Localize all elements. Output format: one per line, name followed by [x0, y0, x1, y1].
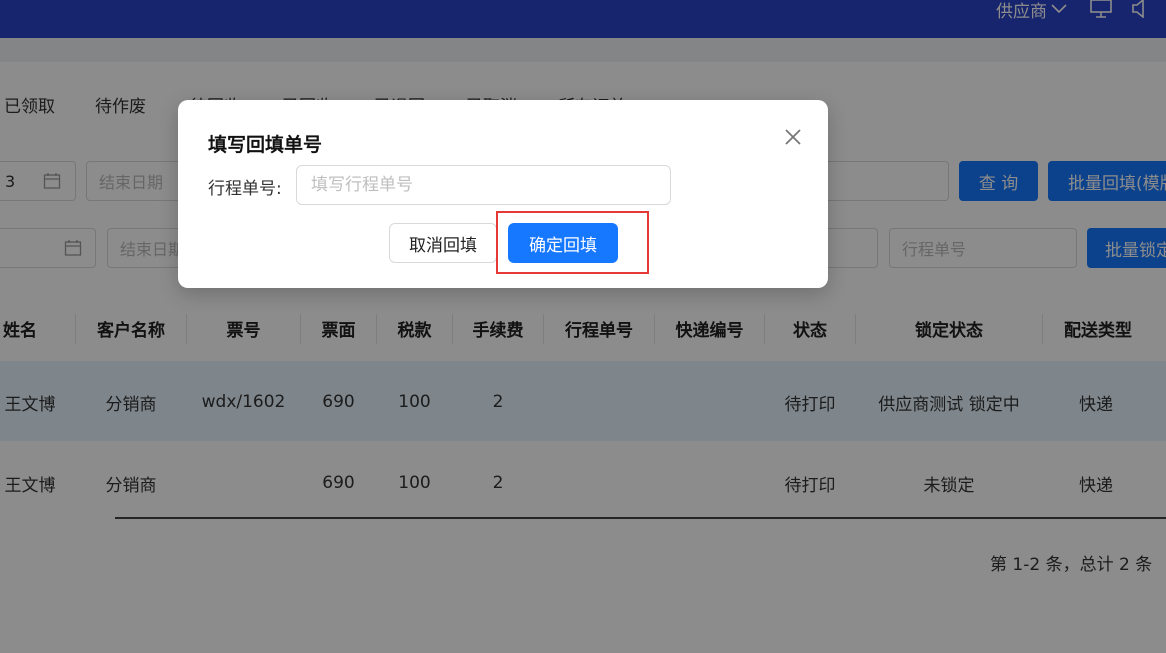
fill-trip-number-dialog: 填写回填单号 行程单号: 取消回填 确定回填 — [178, 100, 828, 288]
cancel-fill-button[interactable]: 取消回填 — [389, 223, 497, 263]
highlight-box — [496, 211, 649, 274]
close-icon[interactable] — [781, 125, 805, 149]
modal-mask[interactable] — [0, 0, 1166, 653]
dialog-title: 填写回填单号 — [208, 134, 323, 156]
trip-number-label: 行程单号: — [208, 179, 282, 199]
trip-number-input[interactable] — [296, 165, 671, 205]
